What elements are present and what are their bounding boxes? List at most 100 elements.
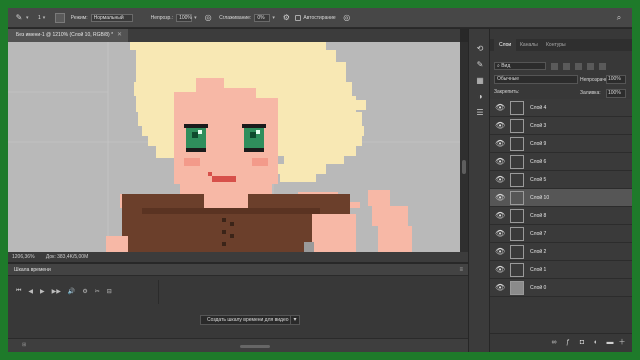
layer-style-icon[interactable]: ƒ [564,339,572,347]
layer-row[interactable]: 👁 Слой 7 [490,225,632,243]
filter-pixel-icon[interactable] [551,62,558,70]
photoshop-window: ✎ ▾ 1 ▾ Режим: Нормальный Непрозр.: 100%… [8,8,632,352]
close-icon[interactable]: ✕ [117,29,122,42]
adjustment-layer-icon[interactable]: ◐ [592,339,600,347]
new-group-icon[interactable]: ▬ [606,339,614,347]
add-mask-icon[interactable]: ◘ [578,339,586,347]
tab-channels[interactable]: Каналы [520,39,538,51]
filter-shape-icon[interactable] [587,62,594,70]
layer-row[interactable]: 👁 Слой 5 [490,171,632,189]
layer-row[interactable]: 👁 Слой 9 [490,135,632,153]
tab-paths[interactable]: Контуры [546,39,566,51]
mode-select[interactable]: Нормальный [90,13,133,22]
eye-icon[interactable]: 👁 [495,229,505,239]
brush-panel-toggle[interactable] [54,8,65,28]
layers-footer: ∞ ƒ ◘ ◐ ▬ ＋ [490,333,632,352]
eye-icon[interactable]: 👁 [495,139,505,149]
mouth [212,176,236,182]
prev-frame-icon[interactable]: ◀ [28,288,33,295]
document-tab-title: Без имени-1 @ 1210% (Слой 10, RGB/8) * [16,32,114,38]
audio-icon[interactable]: 🔊 [68,288,75,295]
smoothing-field[interactable]: 0% [254,13,271,22]
brush-settings-icon[interactable]: ✎ [475,59,485,69]
fill-field[interactable]: 100% [606,89,626,98]
eye-icon[interactable]: 👁 [495,121,505,131]
settings-icon[interactable]: ⚙ [82,288,87,295]
zoom-slider[interactable] [240,345,270,348]
filter-kind-select[interactable]: ⌕ Вид [494,62,546,70]
timeline-title[interactable]: Шкала времени [14,264,51,276]
layer-name: Слой 1 [530,267,547,273]
timeline-track[interactable] [158,280,468,304]
transition-icon[interactable]: ⊟ [107,288,112,295]
eye-icon[interactable]: 👁 [495,175,505,185]
panel-icon-strip: ⟲ ✎ ▦ ◑ ☰ [468,29,490,352]
scrollbar-thumb[interactable] [462,160,466,174]
next-frame-icon[interactable]: ▶▶ [52,288,61,295]
blend-mode-select[interactable]: Обычные [494,75,578,84]
layer-name: Слой 4 [530,105,547,111]
eye-icon[interactable]: 👁 [495,193,505,203]
layer-row[interactable]: 👁 Слой 6 [490,153,632,171]
history-icon[interactable]: ⟲ [475,43,485,53]
layer-name: Слой 0 [530,285,547,291]
opacity-field[interactable]: 100% [176,13,193,22]
filter-adjustment-icon[interactable] [563,62,570,70]
canvas[interactable] [8,42,460,252]
autoerase-checkbox[interactable]: Автостирание [295,8,336,28]
layer-thumbnail [510,281,524,295]
layer-name: Слой 9 [530,141,547,147]
layer-thumbnail [510,263,524,277]
zoom-readout[interactable]: 1206,36% [12,254,35,260]
tool-preset-picker[interactable]: ✎ ▾ [14,8,32,28]
layer-thumbnail [510,173,524,187]
eye-icon[interactable]: 👁 [495,211,505,221]
link-layers-icon[interactable]: ∞ [550,339,558,347]
chevron-down-icon[interactable]: ▾ [194,15,200,21]
eye-icon[interactable]: 👁 [495,283,505,293]
eye-icon[interactable]: 👁 [495,265,505,275]
timeline-footer-icon[interactable]: ⊞ [22,342,26,348]
first-frame-icon[interactable]: ⏮ [16,288,21,295]
properties-icon[interactable]: ☰ [475,107,485,117]
panel-menu-icon[interactable]: ≡ [459,264,463,276]
chevron-down-icon[interactable]: ▾ [290,315,300,325]
mouth [208,172,212,176]
chevron-down-icon: ▾ [42,14,46,21]
layer-opacity-field[interactable]: 100% [606,75,626,84]
new-layer-icon[interactable]: ＋ [618,339,626,347]
split-icon[interactable]: ✂ [95,288,100,295]
search-icon[interactable]: ⌕ [614,13,624,23]
layer-row[interactable]: 👁 Слой 0 [490,279,632,297]
layer-row[interactable]: 👁 Слой 1 [490,261,632,279]
panel-tabs: Слои Каналы Контуры [490,39,632,51]
pencil-tool-icon: ✎ [15,13,23,22]
document-tab[interactable]: Без имени-1 @ 1210% (Слой 10, RGB/8) * ✕ [8,29,128,42]
eye-icon[interactable]: 👁 [495,157,505,167]
eye-icon[interactable]: 👁 [495,103,505,113]
gear-icon[interactable]: ⚙ [281,13,291,23]
layer-row[interactable]: 👁 Слой 4 [490,99,632,117]
filter-smart-icon[interactable] [599,62,606,70]
canvas-vertical-scrollbar[interactable] [460,42,468,252]
brush-size[interactable]: 1 ▾ [38,8,49,28]
eye-icon[interactable]: 👁 [495,247,505,257]
pressure-size-icon[interactable]: ◎ [342,13,352,23]
layer-row-selected[interactable]: 👁 Слой 10 [490,189,632,207]
layer-row[interactable]: 👁 Слой 3 [490,117,632,135]
layer-row[interactable]: 👁 Слой 8 [490,207,632,225]
neckline [204,194,248,208]
timeline-header: Шкала времени ≡ [8,264,468,276]
filter-type-icon[interactable] [575,62,582,70]
pressure-opacity-icon[interactable]: ◎ [203,13,213,23]
play-icon[interactable]: ▶ [40,288,45,295]
tab-layers[interactable]: Слои [494,39,517,51]
chevron-down-icon[interactable]: ▾ [272,15,278,21]
layer-thumbnail [510,119,524,133]
swatches-icon[interactable]: ▦ [475,75,485,85]
layer-name: Слой 5 [530,177,547,183]
timeline-panel: Шкала времени ≡ ⏮ ◀ ▶ ▶▶ 🔊 ⚙ ✂ ⊟ Создать… [8,264,468,352]
adjustments-icon[interactable]: ◑ [475,91,485,101]
create-video-timeline-button[interactable]: Создать шкалу времени для видео [200,315,296,325]
layer-row[interactable]: 👁 Слой 2 [490,243,632,261]
